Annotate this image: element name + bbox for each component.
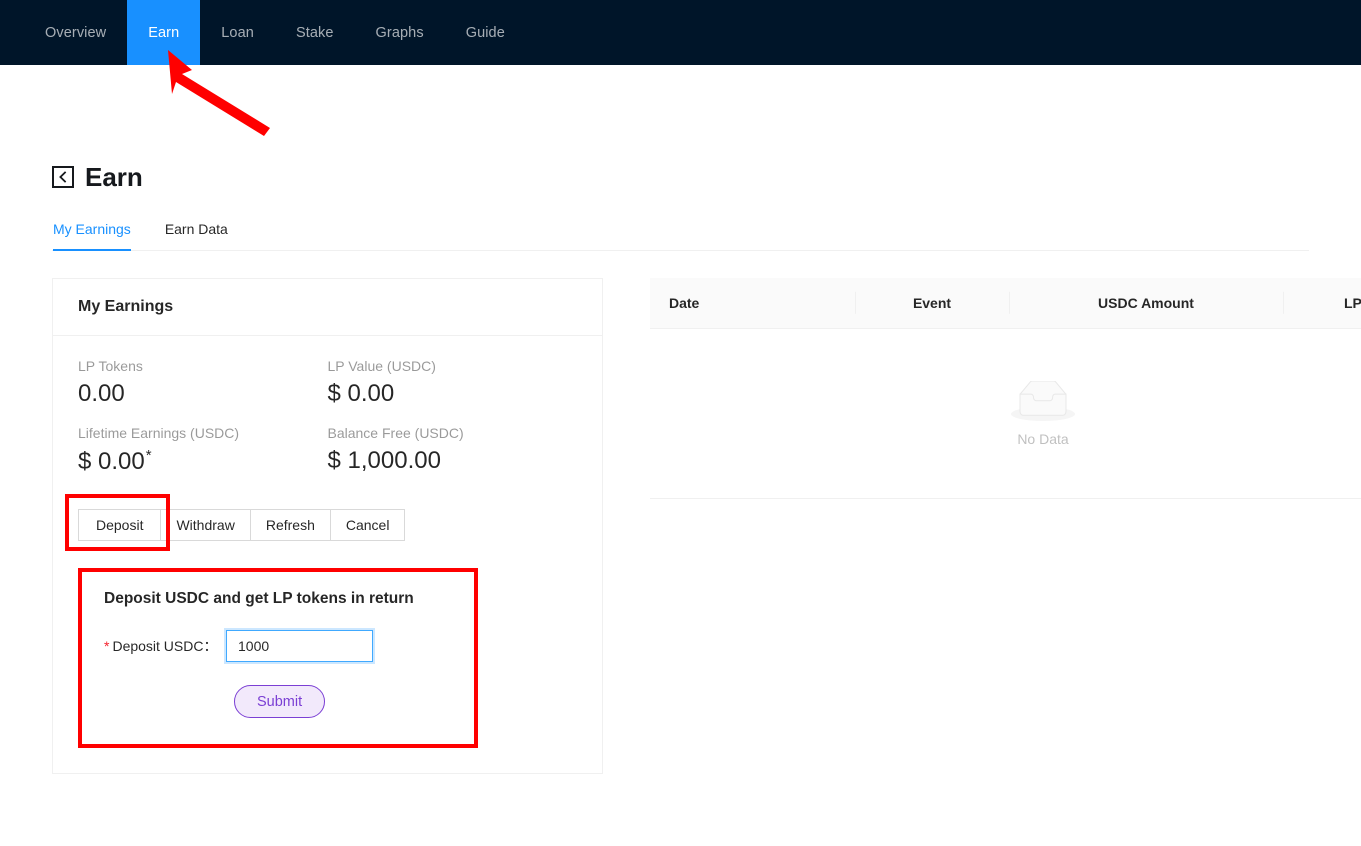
deposit-usdc-input[interactable] — [226, 630, 373, 663]
cancel-button[interactable]: Cancel — [329, 509, 406, 542]
empty-state-cell: No Data — [650, 328, 1361, 499]
nav-label: Graphs — [375, 24, 424, 41]
deposit-usdc-label: * Deposit USDC： — [104, 636, 226, 656]
stat-label: LP Tokens — [78, 358, 143, 374]
top-navigation-bar: Overview Earn Loan Stake Graphs Guide — [0, 0, 1361, 65]
deposit-usdc-field-row: * Deposit USDC： — [104, 630, 452, 663]
tab-label: My Earnings — [53, 221, 131, 237]
submit-button[interactable]: Submit — [234, 685, 326, 719]
card-title: My Earnings — [53, 279, 602, 336]
page-header: Earn — [52, 164, 1309, 190]
tab-label: Earn Data — [164, 221, 228, 237]
deposit-form-title: Deposit USDC and get LP tokens in return — [104, 590, 414, 608]
nav-label: Loan — [221, 24, 254, 41]
nav-label: Earn — [148, 24, 180, 41]
column-header-event[interactable]: Event — [855, 278, 1009, 329]
stat-footnote-marker: * — [145, 446, 152, 464]
nav-item-earn[interactable]: Earn — [127, 0, 201, 65]
nav-item-overview[interactable]: Overview — [24, 0, 127, 65]
stat-label: Balance Free (USDC) — [327, 424, 464, 441]
card-body: LP Tokens 0.00 LP Value (USDC) $ 0.00 Li… — [53, 336, 602, 773]
tab-my-earnings[interactable]: My Earnings — [53, 221, 131, 251]
deposit-button[interactable]: Deposit — [78, 509, 162, 542]
nav-label: Overview — [45, 24, 107, 41]
stat-number: 0.00 — [78, 380, 125, 407]
stat-value: $ 0.00 — [328, 380, 578, 408]
nav-item-guide[interactable]: Guide — [445, 0, 526, 65]
submit-row: Submit — [104, 685, 452, 719]
chevron-left-boxed-icon[interactable] — [52, 166, 74, 188]
earnings-history-table: Date Event USDC Amount LP A — [650, 278, 1361, 499]
tab-bar: My Earnings Earn Data — [52, 221, 1309, 251]
nav-item-graphs[interactable]: Graphs — [355, 0, 445, 65]
empty-state-text: No Data — [1017, 430, 1069, 447]
stat-lp-tokens: LP Tokens 0.00 — [78, 358, 328, 408]
deposit-form: Deposit USDC and get LP tokens in return… — [78, 568, 478, 749]
stats-grid: LP Tokens 0.00 LP Value (USDC) $ 0.00 Li… — [78, 358, 577, 492]
field-label-text: Deposit USDC： — [112, 638, 218, 655]
my-earnings-card: My Earnings LP Tokens 0.00 LP Value (USD… — [52, 278, 603, 775]
nav-label: Stake — [295, 24, 334, 41]
stat-number: $ 0.00 — [78, 447, 145, 475]
stat-value: $ 0.00* — [78, 447, 328, 476]
table-head: Date Event USDC Amount LP A — [650, 278, 1361, 329]
table-header-row: Date Event USDC Amount LP A — [650, 278, 1361, 329]
stat-value: $ 1,000.00 — [328, 447, 578, 475]
earnings-history-table-wrapper: Date Event USDC Amount LP A — [650, 278, 1361, 499]
stat-label: Lifetime Earnings (USDC) — [78, 424, 240, 441]
action-button-group: Deposit Withdraw Refresh Cancel — [65, 494, 406, 552]
nav-item-stake[interactable]: Stake — [275, 0, 355, 65]
stat-number: $ 1,000.00 — [327, 446, 441, 474]
stat-lifetime-earnings: Lifetime Earnings (USDC) $ 0.00* — [78, 425, 328, 476]
page-content: Earn My Earnings Earn Data My Earnings L… — [0, 164, 1361, 775]
column-header-usdc-amount[interactable]: USDC Amount — [1009, 278, 1283, 329]
stat-lp-value: LP Value (USDC) $ 0.00 — [328, 358, 578, 408]
tab-earn-data[interactable]: Earn Data — [165, 221, 228, 250]
page-title: Earn — [85, 162, 143, 192]
stat-value: 0.00 — [78, 380, 328, 408]
table-body: No Data — [650, 328, 1361, 499]
nav-item-loan[interactable]: Loan — [200, 0, 275, 65]
empty-state: No Data — [651, 380, 1361, 447]
stat-balance-free: Balance Free (USDC) $ 1,000.00 — [328, 425, 578, 476]
refresh-button[interactable]: Refresh — [249, 509, 331, 542]
required-marker: * — [104, 638, 110, 655]
column-header-lp-amount[interactable]: LP A — [1283, 278, 1361, 329]
stat-number: $ 0.00 — [327, 380, 395, 407]
empty-inbox-icon — [1011, 380, 1075, 421]
column-header-date[interactable]: Date — [650, 278, 855, 329]
withdraw-button[interactable]: Withdraw — [160, 509, 251, 542]
nav-label: Guide — [465, 24, 505, 41]
main-content: My Earnings LP Tokens 0.00 LP Value (USD… — [52, 278, 1361, 775]
table-empty-row: No Data — [650, 328, 1361, 499]
stat-label: LP Value (USDC) — [327, 358, 436, 374]
